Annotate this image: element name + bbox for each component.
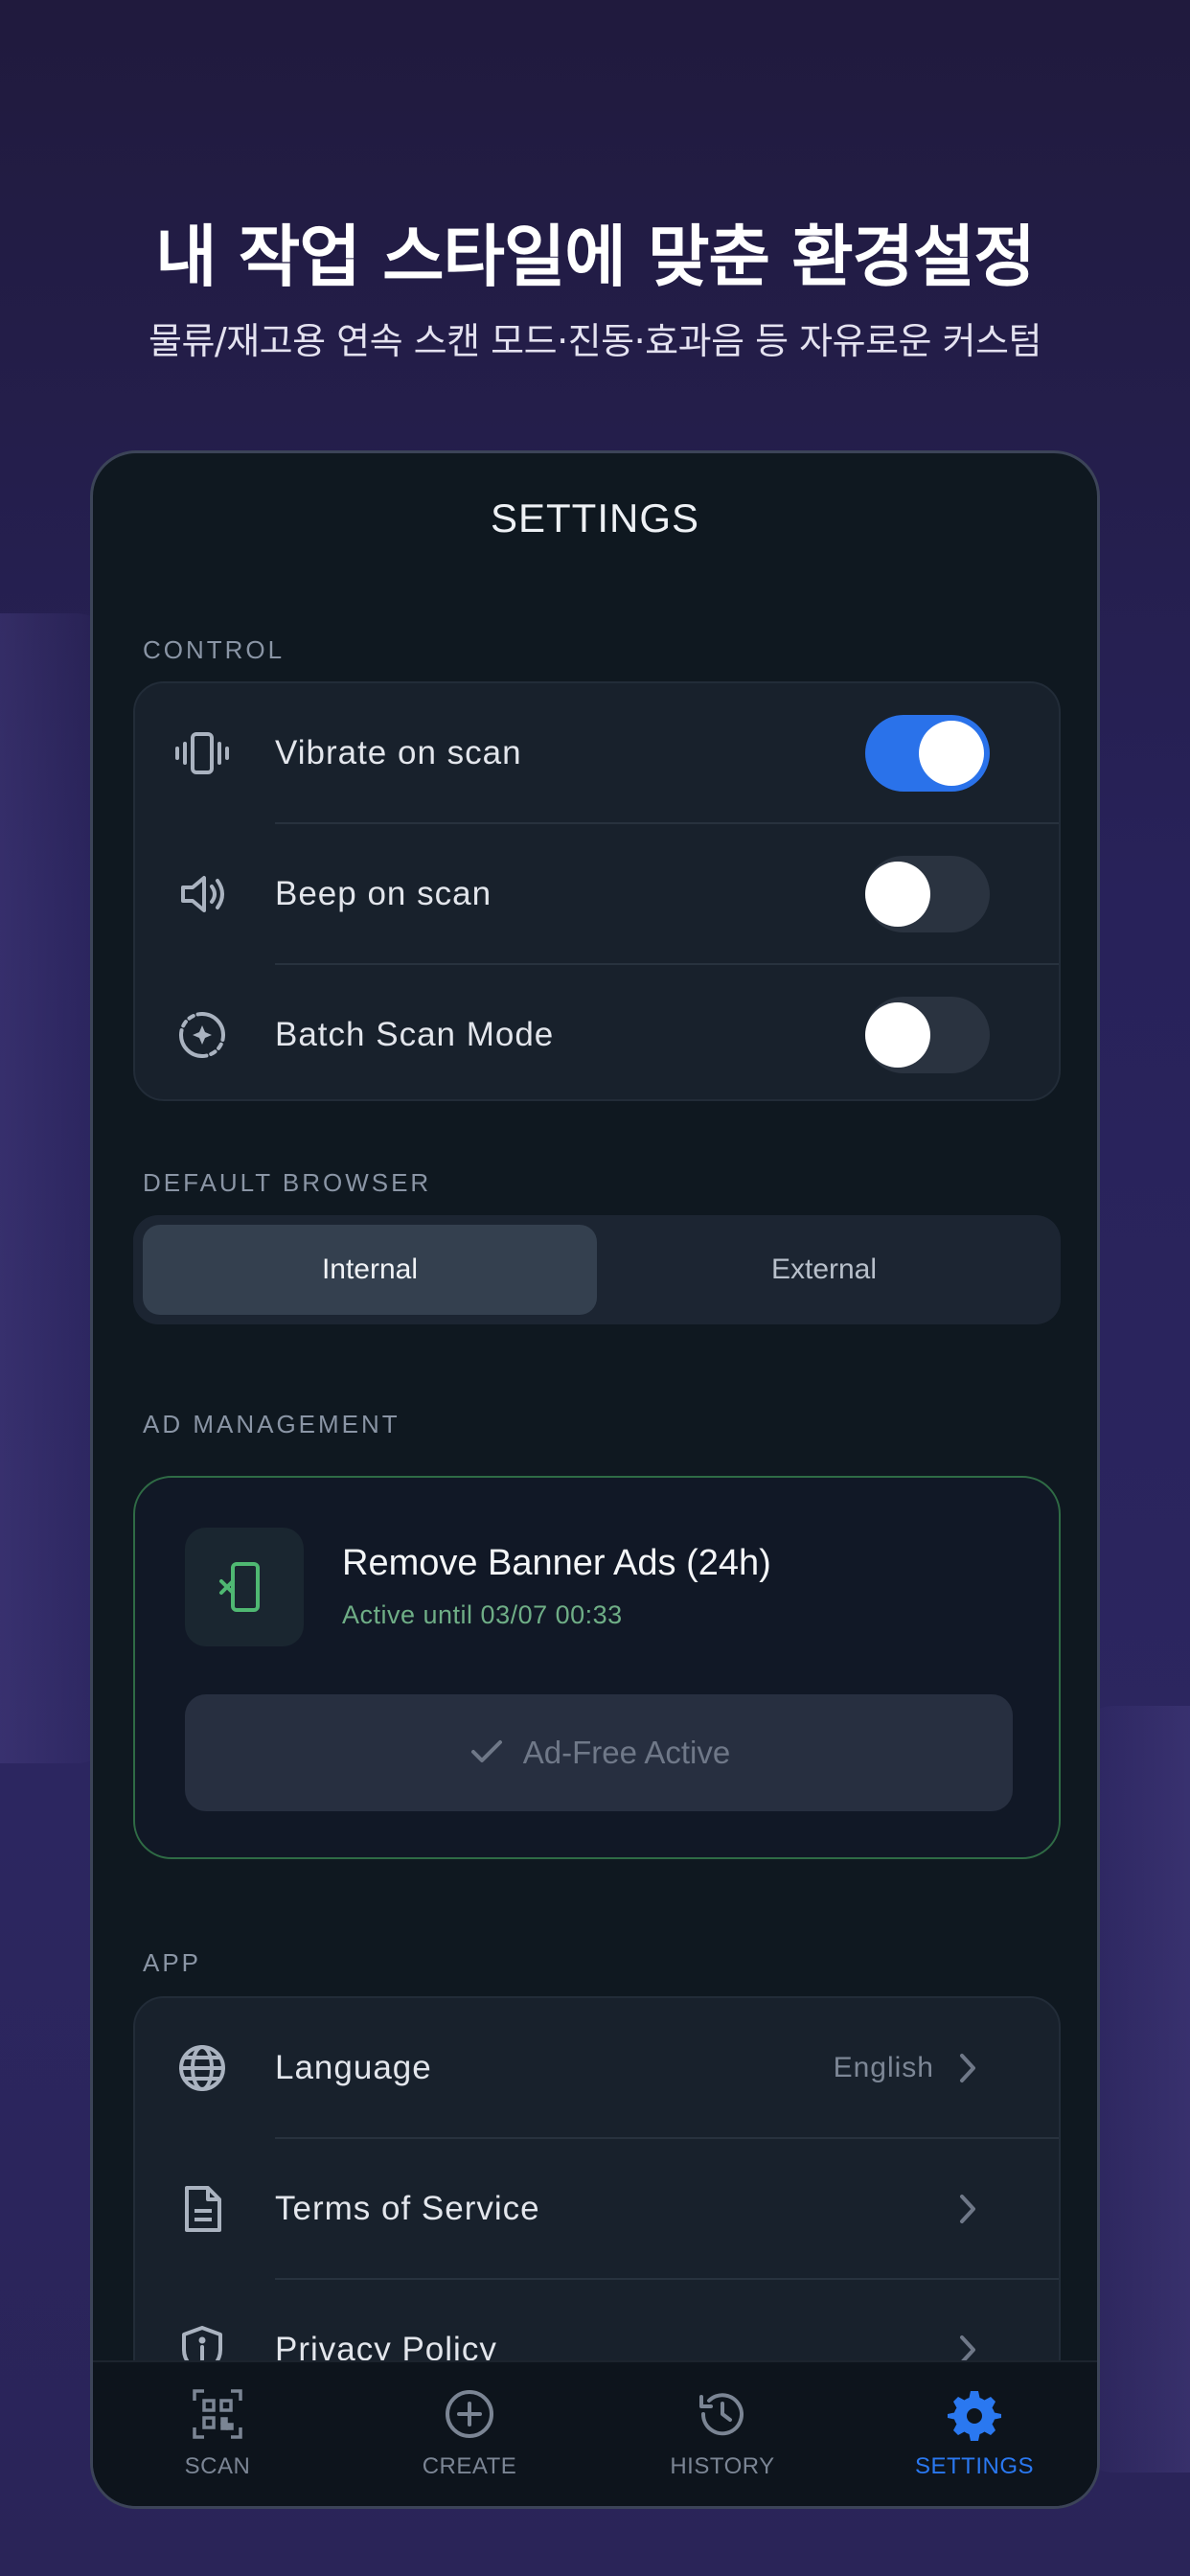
batch-scan-icon	[173, 1006, 231, 1064]
ad-free-active-button[interactable]: Ad-Free Active	[185, 1694, 1013, 1811]
nav-item-create[interactable]: CREATE	[374, 2387, 565, 2480]
globe-icon	[173, 2039, 231, 2097]
nav-item-scan[interactable]: SCAN	[122, 2387, 313, 2480]
nav-label-scan: SCAN	[184, 2453, 251, 2479]
chevron-right-icon	[953, 2190, 982, 2228]
history-icon	[696, 2387, 749, 2446]
batch-label: Batch Scan Mode	[275, 1015, 555, 1053]
nav-label-settings: SETTINGS	[914, 2453, 1034, 2479]
setting-row-terms[interactable]: Terms of Service	[135, 2139, 1059, 2278]
batch-toggle[interactable]	[865, 996, 990, 1073]
toggle-knob	[865, 861, 930, 927]
speaker-icon	[173, 865, 231, 923]
gear-icon	[948, 2387, 1001, 2446]
section-label-ads: AD MANAGEMENT	[143, 1410, 400, 1438]
chevron-right-icon	[953, 2049, 982, 2087]
phone-screen: SETTINGS CONTROL Vibrate on scan Beep on…	[90, 450, 1100, 2509]
section-label-control: CONTROL	[143, 635, 286, 664]
ad-status: Active until 03/07 00:33	[342, 1600, 623, 1629]
setting-row-batch[interactable]: Batch Scan Mode	[135, 965, 1059, 1099]
ad-title: Remove Banner Ads (24h)	[342, 1543, 771, 1583]
ad-removal-card: Remove Banner Ads (24h) Active until 03/…	[133, 1476, 1061, 1859]
vibrate-icon	[173, 724, 231, 782]
nav-label-create: CREATE	[422, 2453, 517, 2479]
nav-label-history: HISTORY	[670, 2453, 775, 2479]
browser-option-internal[interactable]: Internal	[143, 1225, 597, 1315]
toggle-knob	[865, 1001, 930, 1068]
browser-option-external[interactable]: External	[597, 1225, 1051, 1315]
control-card: Vibrate on scan Beep on scan Batch Scan …	[133, 681, 1061, 1101]
beep-toggle[interactable]	[865, 855, 990, 932]
page-title: SETTINGS	[490, 495, 700, 540]
nav-item-settings[interactable]: SETTINGS	[879, 2387, 1070, 2480]
phone-no-ads-icon	[185, 1528, 304, 1646]
nav-item-history[interactable]: HISTORY	[627, 2387, 818, 2480]
qr-scan-icon	[191, 2387, 244, 2446]
language-label: Language	[275, 2048, 432, 2086]
checkmark-icon	[468, 1732, 506, 1775]
promo-subheadline: 물류/재고용 연속 스캔 모드·진동·효과음 등 자유로운 커스텀	[149, 320, 1041, 362]
beep-label: Beep on scan	[275, 874, 492, 912]
section-label-browser: DEFAULT BROWSER	[143, 1168, 432, 1197]
language-value: English	[833, 2051, 934, 2083]
setting-row-beep[interactable]: Beep on scan	[135, 824, 1059, 963]
vibrate-toggle[interactable]	[865, 714, 990, 792]
section-label-app: APP	[143, 1948, 202, 1977]
toggle-knob	[919, 720, 984, 786]
plus-circle-icon	[443, 2387, 496, 2446]
setting-row-language[interactable]: Language English	[135, 1998, 1059, 2137]
document-icon	[173, 2180, 231, 2238]
bottom-navigation: SCAN CREATE HISTORY SETTINGS	[93, 2360, 1097, 2506]
vibrate-label: Vibrate on scan	[275, 733, 522, 771]
terms-label: Terms of Service	[275, 2189, 540, 2227]
ad-button-label: Ad-Free Active	[522, 1735, 731, 1770]
setting-row-vibrate[interactable]: Vibrate on scan	[135, 683, 1059, 822]
promo-headline: 내 작업 스타일에 맞춘 환경설정	[155, 218, 1036, 296]
browser-segmented-control: Internal External	[133, 1215, 1061, 1324]
